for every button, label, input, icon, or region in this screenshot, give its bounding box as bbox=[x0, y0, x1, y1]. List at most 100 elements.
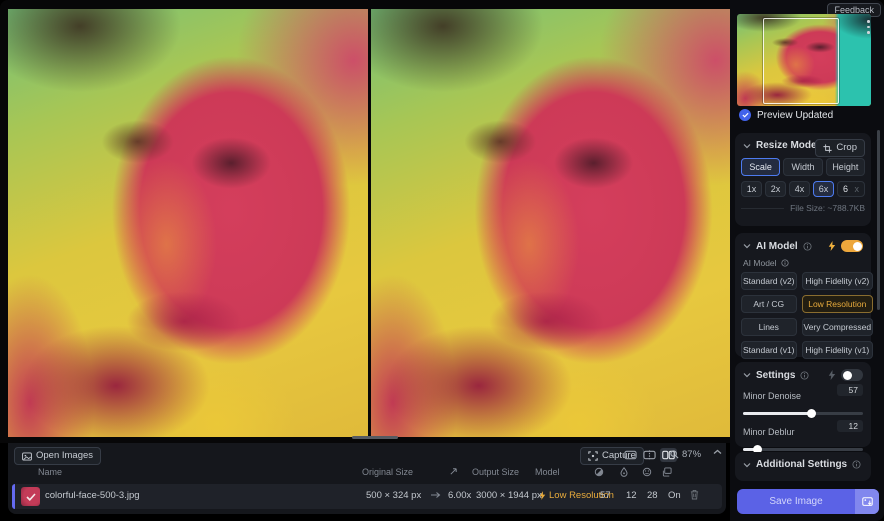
more-options-icon[interactable] bbox=[867, 20, 870, 34]
ai-model-section: AI Model AI Model Standard (v2) bbox=[735, 233, 871, 357]
save-image-button[interactable]: Save Image bbox=[737, 489, 879, 514]
face-recovery-column-icon bbox=[642, 467, 652, 477]
info-icon[interactable] bbox=[800, 371, 809, 380]
settings-section: Settings Minor Denoise 57 bbox=[735, 362, 871, 447]
settings-auto-toggle[interactable] bbox=[841, 369, 863, 381]
save-image-icon bbox=[862, 497, 873, 507]
open-images-label: Open Images bbox=[36, 450, 93, 462]
additional-settings-section: Additional Settings bbox=[735, 452, 871, 481]
upscaler-app-window: Open Images Capture bbox=[0, 0, 884, 521]
image-canvas bbox=[0, 0, 730, 443]
info-icon[interactable] bbox=[852, 460, 861, 469]
resize-mode-section: Resize Mode Crop Scale Width Height 1x 2… bbox=[735, 133, 871, 226]
auto-lightning-icon bbox=[828, 241, 836, 251]
view-split-button[interactable] bbox=[641, 448, 658, 462]
file-scale-factor[interactable]: 6.00x bbox=[448, 490, 471, 501]
model-very-compressed-button[interactable]: Very Compressed bbox=[802, 318, 874, 336]
slider-knob[interactable] bbox=[807, 409, 816, 418]
chevron-down-icon[interactable] bbox=[743, 462, 751, 468]
scale-6x-button[interactable]: 6x bbox=[813, 181, 834, 197]
chevron-down-icon[interactable] bbox=[743, 243, 751, 249]
image-icon bbox=[22, 452, 32, 461]
file-compression-value[interactable]: 28 bbox=[647, 490, 658, 501]
lightning-icon bbox=[539, 491, 546, 500]
model-low-resolution-button[interactable]: Low Resolution bbox=[802, 295, 874, 313]
info-icon[interactable] bbox=[781, 259, 789, 267]
minor-denoise-label: Minor Denoise bbox=[743, 391, 801, 401]
crop-icon bbox=[823, 144, 832, 153]
file-thumbnail[interactable] bbox=[21, 487, 40, 506]
chevron-down-icon[interactable] bbox=[743, 372, 751, 378]
open-images-button[interactable]: Open Images bbox=[14, 447, 101, 465]
zoom-level-value: 87% bbox=[682, 449, 701, 460]
info-icon[interactable] bbox=[803, 242, 812, 251]
crop-button[interactable]: Crop bbox=[815, 139, 865, 157]
scale-1x-button[interactable]: 1x bbox=[741, 181, 762, 197]
minor-denoise-row: Minor Denoise 57 bbox=[743, 386, 863, 418]
minor-deblur-label: Minor Deblur bbox=[743, 427, 795, 437]
arrow-right-icon bbox=[431, 490, 441, 499]
file-name: colorful-face-500-3.jpg bbox=[45, 490, 140, 501]
ai-model-sublabel: AI Model bbox=[743, 258, 777, 268]
file-denoise-value[interactable]: 57 bbox=[600, 490, 611, 501]
file-face-recovery-value[interactable]: On bbox=[668, 490, 681, 501]
settings-title: Settings bbox=[756, 370, 795, 381]
minor-denoise-value[interactable]: 57 bbox=[837, 384, 863, 396]
divider bbox=[741, 208, 784, 209]
deblur-column-icon bbox=[620, 467, 628, 477]
zoom-indicator[interactable]: 87% bbox=[670, 449, 701, 460]
column-model: Model bbox=[535, 467, 560, 477]
file-size-estimate: File Size: ~788.7KB bbox=[790, 203, 865, 213]
preview-status-label: Preview Updated bbox=[757, 110, 833, 121]
resize-diagonal-icon bbox=[449, 467, 458, 476]
denoise-column-icon bbox=[594, 467, 604, 477]
ai-model-title: AI Model bbox=[756, 241, 798, 252]
column-output-size: Output Size bbox=[472, 467, 519, 477]
preview-status: Preview Updated bbox=[739, 109, 833, 121]
ai-model-grid: Standard (v2) High Fidelity (v2) Art / C… bbox=[741, 272, 865, 359]
file-row[interactable]: colorful-face-500-3.jpg 500 × 324 px 6.0… bbox=[12, 484, 722, 509]
model-high-fidelity-v2-button[interactable]: High Fidelity (v2) bbox=[802, 272, 874, 290]
column-original-size: Original Size bbox=[362, 467, 413, 477]
chevron-down-icon[interactable] bbox=[743, 143, 751, 149]
file-original-size: 500 × 324 px bbox=[366, 490, 421, 501]
file-panel-toolbar: Open Images Capture bbox=[8, 443, 726, 463]
collapse-panel-button[interactable] bbox=[713, 449, 722, 455]
save-image-label: Save Image bbox=[737, 496, 855, 507]
save-options-segment[interactable] bbox=[855, 489, 879, 514]
scale-2x-button[interactable]: 2x bbox=[765, 181, 786, 197]
file-output-size: 3000 × 1944 px bbox=[476, 490, 542, 501]
minor-deblur-row: Minor Deblur 12 bbox=[743, 422, 863, 454]
ai-model-auto-toggle[interactable] bbox=[841, 240, 863, 252]
scale-input-suffix: x bbox=[855, 184, 860, 194]
scale-custom-input[interactable]: 6 x bbox=[837, 181, 865, 197]
minor-denoise-slider[interactable] bbox=[743, 408, 863, 418]
model-standard-v2-button[interactable]: Standard (v2) bbox=[741, 272, 797, 290]
minor-deblur-value[interactable]: 12 bbox=[837, 420, 863, 432]
file-table-header: Name Original Size Output Size Model bbox=[8, 467, 726, 481]
image-pane-enhanced[interactable] bbox=[371, 9, 730, 437]
column-name: Name bbox=[38, 467, 62, 477]
resize-mode-title: Resize Mode bbox=[756, 140, 817, 151]
sidebar-scrollbar[interactable] bbox=[877, 130, 880, 310]
view-single-button[interactable] bbox=[622, 448, 639, 462]
scale-input-value: 6 bbox=[843, 184, 848, 194]
capture-icon bbox=[588, 451, 598, 461]
scale-4x-button[interactable]: 4x bbox=[789, 181, 810, 197]
scale-options: 1x 2x 4x 6x 6 x bbox=[741, 181, 865, 197]
delete-file-button[interactable] bbox=[690, 489, 699, 500]
preview-crop-box[interactable] bbox=[763, 18, 839, 104]
model-high-fidelity-v1-button[interactable]: High Fidelity (v1) bbox=[802, 341, 874, 359]
image-pane-original[interactable] bbox=[8, 9, 368, 437]
tab-scale[interactable]: Scale bbox=[741, 158, 780, 176]
canvas-scrollbar-handle[interactable] bbox=[352, 436, 398, 439]
model-lines-button[interactable]: Lines bbox=[741, 318, 797, 336]
model-standard-v1-button[interactable]: Standard (v1) bbox=[741, 341, 797, 359]
tab-width[interactable]: Width bbox=[783, 158, 822, 176]
tab-height[interactable]: Height bbox=[826, 158, 865, 176]
preview-thumbnail[interactable] bbox=[737, 14, 871, 106]
file-deblur-value[interactable]: 12 bbox=[626, 490, 637, 501]
model-art-cg-button[interactable]: Art / CG bbox=[741, 295, 797, 313]
settings-sidebar: Feedback Preview Updated Resize Mode bbox=[730, 0, 884, 521]
magnifier-icon bbox=[670, 450, 679, 459]
